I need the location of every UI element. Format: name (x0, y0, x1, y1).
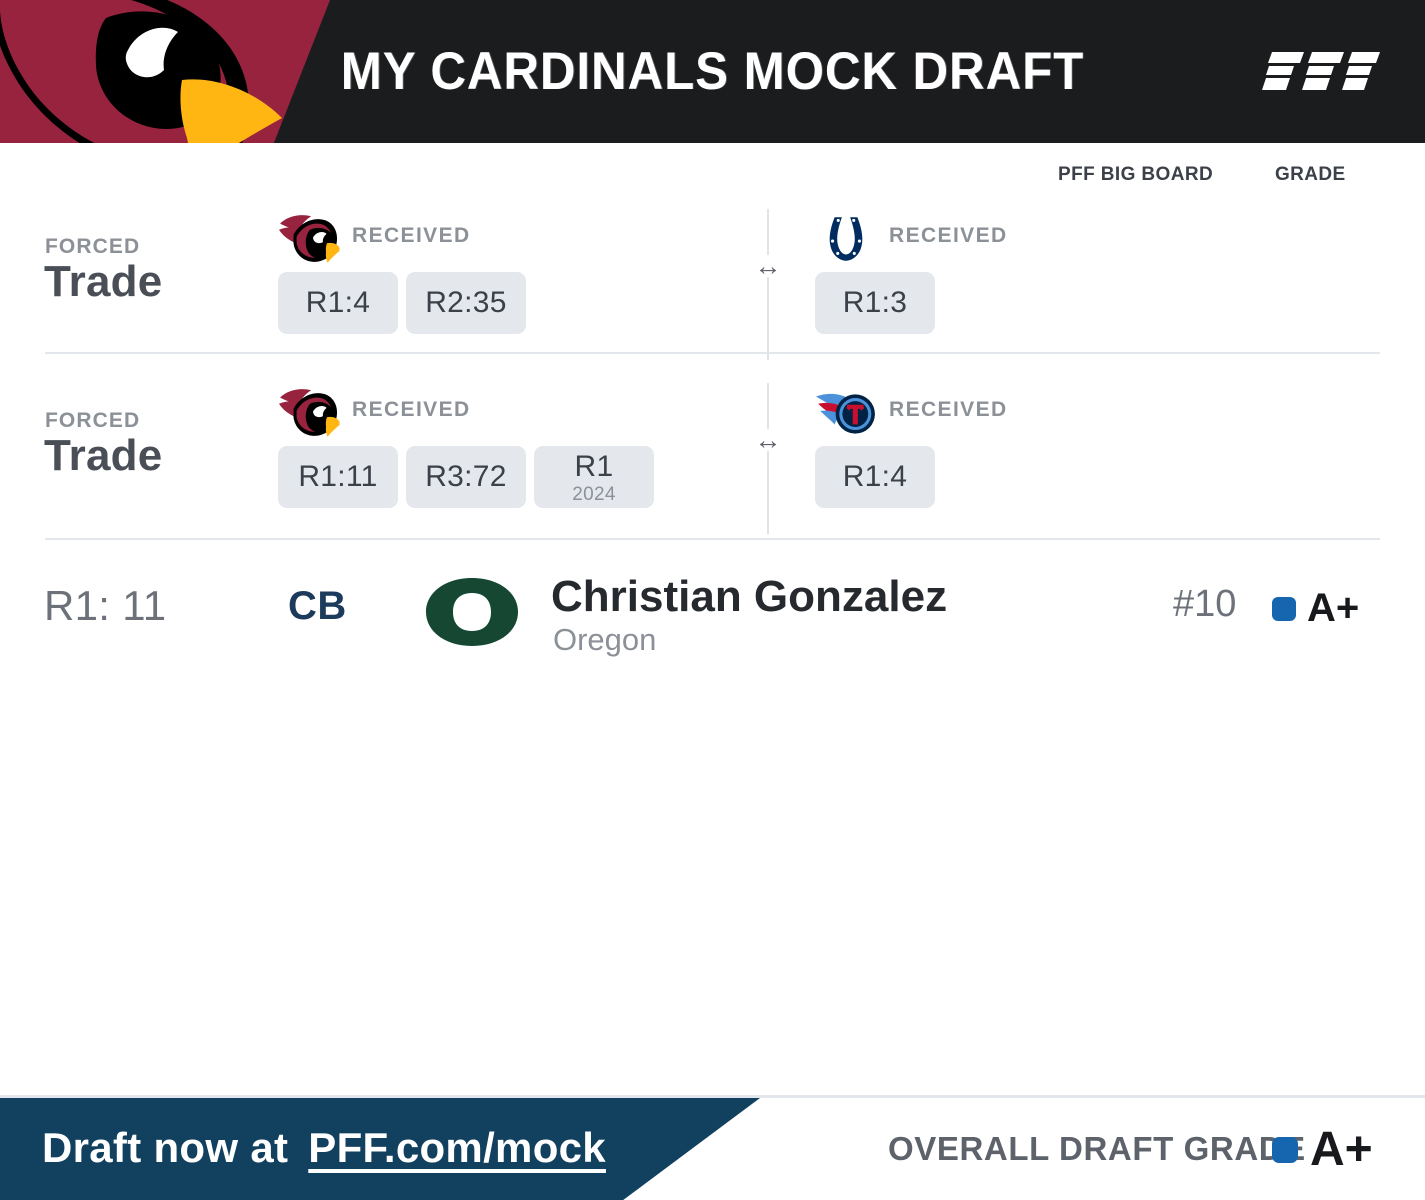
big-board-rank: #10 (1173, 583, 1237, 625)
grade-dot-icon (1272, 596, 1296, 621)
received-label: RECEIVED (352, 398, 471, 421)
page-footer: Draft now at PFF.com/mock OVERALL DRAFT … (0, 1098, 1425, 1200)
pick-chip-label: R1:4 (305, 286, 371, 319)
row-divider (45, 352, 1380, 354)
oregon-ducks-logo (426, 578, 518, 646)
trade-kicker-label: FORCED (45, 409, 141, 432)
pick-chip-year: 2024 (572, 484, 616, 505)
trade-divider (767, 209, 769, 360)
pick-chip[interactable]: R1:4 (278, 272, 398, 334)
pick-chip[interactable]: R1 2024 (534, 446, 654, 508)
column-header-big-board: PFF BIG BOARD (1058, 164, 1214, 185)
overall-grade-label: OVERALL DRAFT GRADE (888, 1130, 1306, 1167)
arizona-cardinals-logo (279, 215, 340, 263)
trade-row: FORCED Trade RECEIVED R1:11 R3:72 R1 202… (0, 371, 1425, 546)
pff-logo (1262, 52, 1380, 90)
player-name: Christian Gonzalez (551, 572, 948, 621)
pick-chip[interactable]: R1:3 (815, 272, 935, 334)
pick-chip-list: R1:4 (815, 446, 935, 508)
grade-dot-icon (1272, 1136, 1298, 1163)
pick-chip-label: R3:72 (425, 460, 507, 493)
grade-value: A+ (1307, 586, 1360, 630)
trade-title: Trade (44, 431, 163, 480)
pick-grade: A+ (1272, 586, 1359, 631)
footer-cta: Draft now at PFF.com/mock (42, 1124, 606, 1172)
trade-title: Trade (44, 257, 163, 306)
trade-kicker-label: FORCED (45, 235, 141, 258)
indianapolis-colts-logo (829, 217, 863, 261)
pick-chip-label: R1 (574, 450, 614, 483)
pick-chip-list: R1:4 R2:35 (278, 272, 526, 334)
pick-chip[interactable]: R1:11 (278, 446, 398, 508)
arizona-cardinals-logo (279, 389, 340, 437)
overall-grade: A+ (1272, 1122, 1373, 1177)
pick-chip-label: R1:3 (842, 286, 908, 319)
trade-row: FORCED Trade RECEIVED R1:4 R2:35 ↔ RECEI… (0, 197, 1425, 372)
pick-chip-list: R1:3 (815, 272, 935, 334)
row-divider (45, 538, 1380, 540)
pick-chip[interactable]: R3:72 (406, 446, 526, 508)
pick-slot: R1: 11 (44, 582, 167, 629)
footer-cta-text: Draft now at (42, 1124, 289, 1171)
column-header-grade: GRADE (1275, 164, 1346, 185)
pick-chip-label: R1:11 (298, 460, 378, 493)
pick-chip[interactable]: R1:4 (815, 446, 935, 508)
trade-divider (767, 383, 769, 534)
page-title: MY CARDINALS MOCK DRAFT (340, 42, 1085, 101)
draft-pick-row[interactable]: R1: 11 CB Christian Gonzalez Oregon #10 … (0, 556, 1425, 666)
received-label: RECEIVED (889, 224, 1008, 247)
footer-url-link[interactable]: PFF.com/mock (308, 1124, 606, 1172)
pick-position: CB (288, 584, 347, 628)
pick-chip-label: R1:4 (842, 460, 908, 493)
pick-chip-label: R2:35 (425, 286, 507, 319)
overall-grade-value: A+ (1310, 1123, 1373, 1176)
pick-chip[interactable]: R2:35 (406, 272, 526, 334)
player-school: Oregon (553, 622, 657, 657)
received-label: RECEIVED (889, 398, 1008, 421)
swap-arrows-icon: ↔ (749, 427, 787, 454)
received-label: RECEIVED (352, 224, 471, 247)
tennessee-titans-logo (816, 393, 875, 434)
page-header: MY CARDINALS MOCK DRAFT (0, 0, 1425, 143)
swap-arrows-icon: ↔ (749, 253, 787, 280)
pick-chip-list: R1:11 R3:72 R1 2024 (278, 446, 654, 508)
